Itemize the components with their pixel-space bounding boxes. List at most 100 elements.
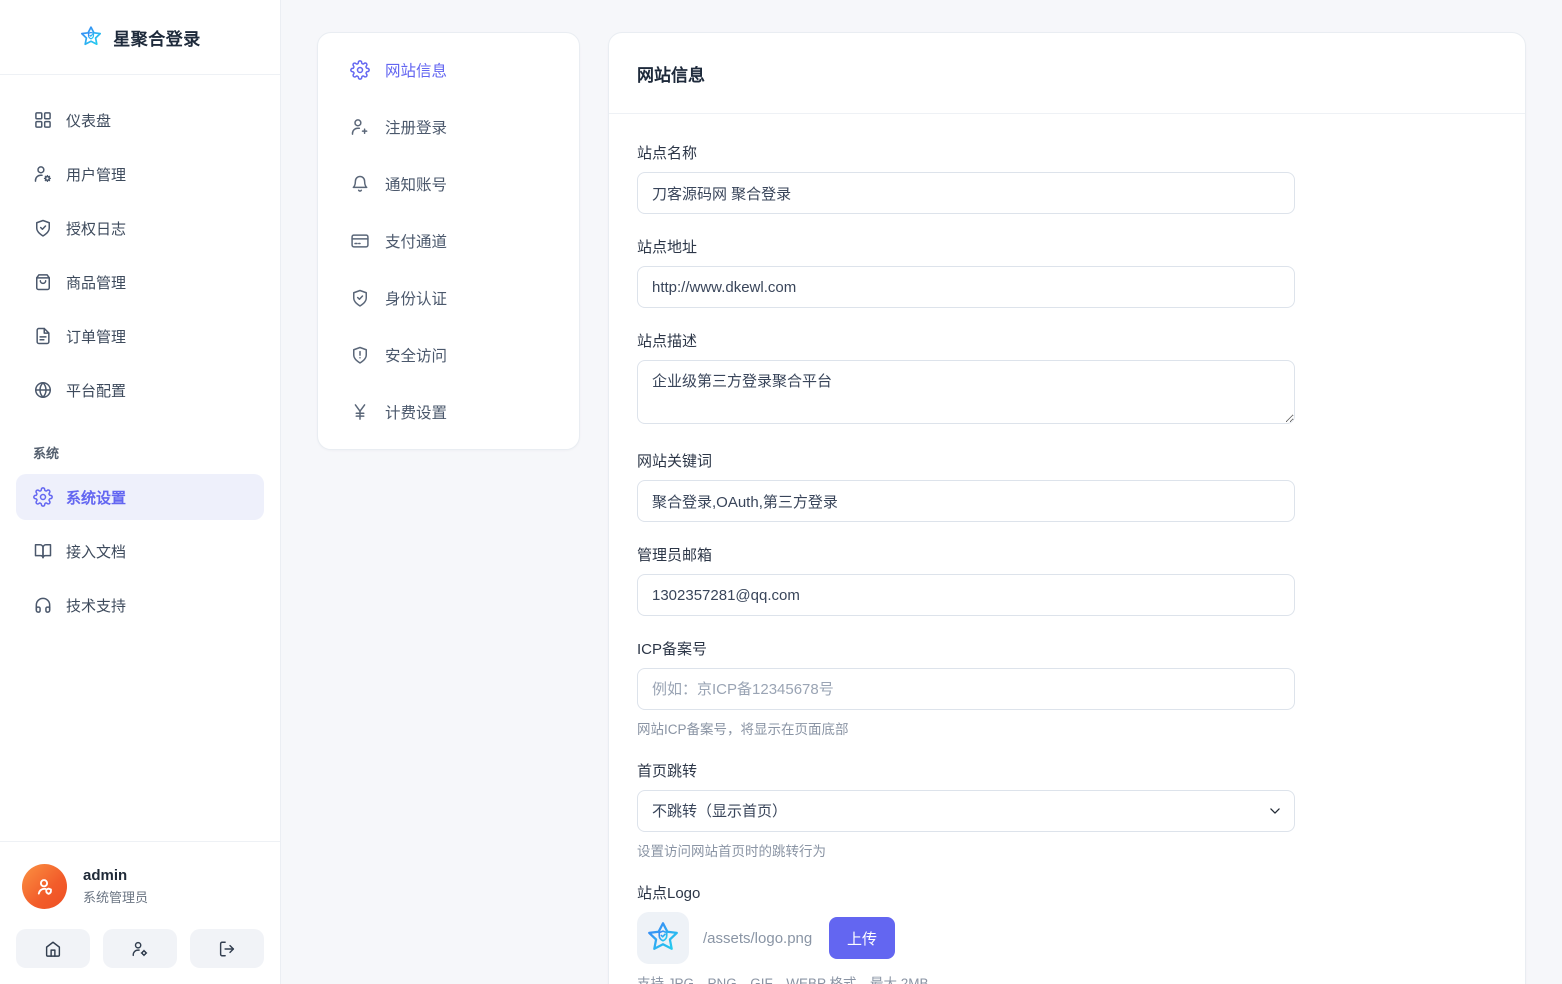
user-info: admin 系统管理员 [16,864,264,909]
home-redirect-label: 首页跳转 [637,763,698,780]
logout-icon [218,940,236,958]
user-name: admin [83,867,128,884]
settings-nav-payment-channels[interactable]: 支付通道 [334,220,563,262]
user-text: admin 系统管理员 [83,867,148,906]
settings-nav: 网站信息 注册登录 通知账号 支付通道 身份认证 安全访问 计费设置 [317,32,580,450]
settings-nav-label: 通知账号 [385,177,448,194]
user-role: 系统管理员 [83,890,149,905]
sidebar-item-label: 技术支持 [66,597,127,615]
field-site-desc: 站点描述 企业级第三方登录聚合平台 [637,330,1497,428]
home-icon [44,940,62,958]
credit-card-icon [350,231,370,251]
sidebar: 星聚合登录 仪表盘 用户管理 授权日志 商品管理 订单管理 平台配置 系统 系统… [0,0,281,984]
sidebar-item-platform-config[interactable]: 平台配置 [16,367,264,413]
bell-icon [350,174,370,194]
site-url-input[interactable] [637,266,1295,308]
headphones-icon [33,595,53,615]
star-logo-icon [79,25,103,49]
site-logo-upload-row: /assets/logo.png 上传 [637,912,1497,964]
settings-nav-site-info[interactable]: 网站信息 [334,49,563,91]
site-keywords-label: 网站关键词 [637,453,713,470]
sidebar-footer: admin 系统管理员 [0,841,280,984]
file-document-icon [33,326,53,346]
sidebar-item-support[interactable]: 技术支持 [16,582,264,628]
logout-button[interactable] [190,929,264,968]
sidebar-item-users[interactable]: 用户管理 [16,151,264,197]
site-url-label: 站点地址 [637,239,698,256]
sidebar-menu: 仪表盘 用户管理 授权日志 商品管理 订单管理 平台配置 系统 系统设置 接入文… [0,75,280,636]
site-keywords-input[interactable] [637,480,1295,522]
site-name-label: 站点名称 [637,145,698,162]
sidebar-item-label: 授权日志 [66,220,127,238]
site-logo-help: 支持 JPG、PNG、GIF、WEBP 格式，最大 2MB [637,976,929,984]
field-site-keywords: 网站关键词 [637,450,1497,522]
admin-email-label: 管理员邮箱 [637,547,713,564]
yen-icon [350,402,370,422]
icp-input[interactable] [637,668,1295,710]
settings-nav-label: 身份认证 [385,291,448,308]
avatar [22,864,67,909]
field-site-url: 站点地址 [637,236,1497,308]
home-redirect-select[interactable]: 不跳转（显示首页） [637,790,1295,832]
sidebar-section-label: 系统 [33,446,60,461]
book-open-icon [33,541,53,561]
settings-nav-identity-auth[interactable]: 身份认证 [334,277,563,319]
sidebar-item-label: 系统设置 [66,489,127,507]
globe-icon [33,380,53,400]
icp-help: 网站ICP备案号，将显示在页面底部 [637,722,849,737]
home-redirect-help: 设置访问网站首页时的跳转行为 [637,844,826,859]
field-home-redirect: 首页跳转 不跳转（显示首页） 设置访问网站首页时的跳转行为 [637,760,1497,860]
panel-title: 网站信息 [637,65,705,85]
sidebar-item-auth-logs[interactable]: 授权日志 [16,205,264,251]
sidebar-item-dashboard[interactable]: 仪表盘 [16,97,264,143]
settings-nav-label: 安全访问 [385,348,448,365]
settings-nav-label: 注册登录 [385,120,448,137]
panel-body: 站点名称 站点地址 站点描述 企业级第三方登录聚合平台 网站关键词 管理员邮箱 … [609,114,1525,984]
settings-nav-label: 支付通道 [385,234,448,251]
user-plus-icon [350,117,370,137]
gear-icon [33,487,53,507]
gear-icon [350,60,370,80]
home-redirect-select-wrap: 不跳转（显示首页） [637,790,1295,832]
site-logo-upload-button[interactable]: 上传 [829,917,895,959]
site-name-input[interactable] [637,172,1295,214]
settings-nav-label: 网站信息 [385,63,448,80]
sidebar-item-docs[interactable]: 接入文档 [16,528,264,574]
content-area: 网站信息 注册登录 通知账号 支付通道 身份认证 安全访问 计费设置 网站信息 … [281,0,1562,984]
sidebar-item-system-settings[interactable]: 系统设置 [16,474,264,520]
icp-label: ICP备案号 [637,641,708,658]
sidebar-item-label: 接入文档 [66,543,127,561]
home-button[interactable] [16,929,90,968]
admin-email-input[interactable] [637,574,1295,616]
settings-nav-label: 计费设置 [385,405,448,422]
site-info-panel: 网站信息 站点名称 站点地址 站点描述 企业级第三方登录聚合平台 网站关键词 管… [608,32,1526,984]
panel-header: 网站信息 [609,33,1525,114]
field-site-logo: 站点Logo /assets/logo.png 上传 支持 JPG、PNG、GI… [637,882,1497,984]
user-gear-icon [131,940,149,958]
settings-nav-register-login[interactable]: 注册登录 [334,106,563,148]
settings-nav-notify-accounts[interactable]: 通知账号 [334,163,563,205]
sidebar-item-label: 平台配置 [66,382,127,400]
field-admin-email: 管理员邮箱 [637,544,1497,616]
site-desc-textarea[interactable]: 企业级第三方登录聚合平台 [637,360,1295,424]
sidebar-item-products[interactable]: 商品管理 [16,259,264,305]
shield-check-icon [33,218,53,238]
shopping-bag-icon [33,272,53,292]
footer-actions [16,929,264,968]
field-icp: ICP备案号 网站ICP备案号，将显示在页面底部 [637,638,1497,738]
shield-alert-icon [350,345,370,365]
sidebar-item-orders[interactable]: 订单管理 [16,313,264,359]
settings-nav-billing[interactable]: 计费设置 [334,391,563,433]
site-logo-preview [637,912,689,964]
brand: 星聚合登录 [0,0,280,75]
dashboard-grid-icon [33,110,53,130]
sidebar-item-label: 用户管理 [66,166,127,184]
profile-button[interactable] [103,929,177,968]
site-desc-label: 站点描述 [637,333,698,350]
user-gear-icon [33,164,53,184]
shield-check-icon [350,288,370,308]
sidebar-item-label: 仪表盘 [66,112,112,130]
sidebar-item-label: 订单管理 [66,328,127,346]
settings-nav-secure-access[interactable]: 安全访问 [334,334,563,376]
site-logo-label: 站点Logo [637,885,701,902]
